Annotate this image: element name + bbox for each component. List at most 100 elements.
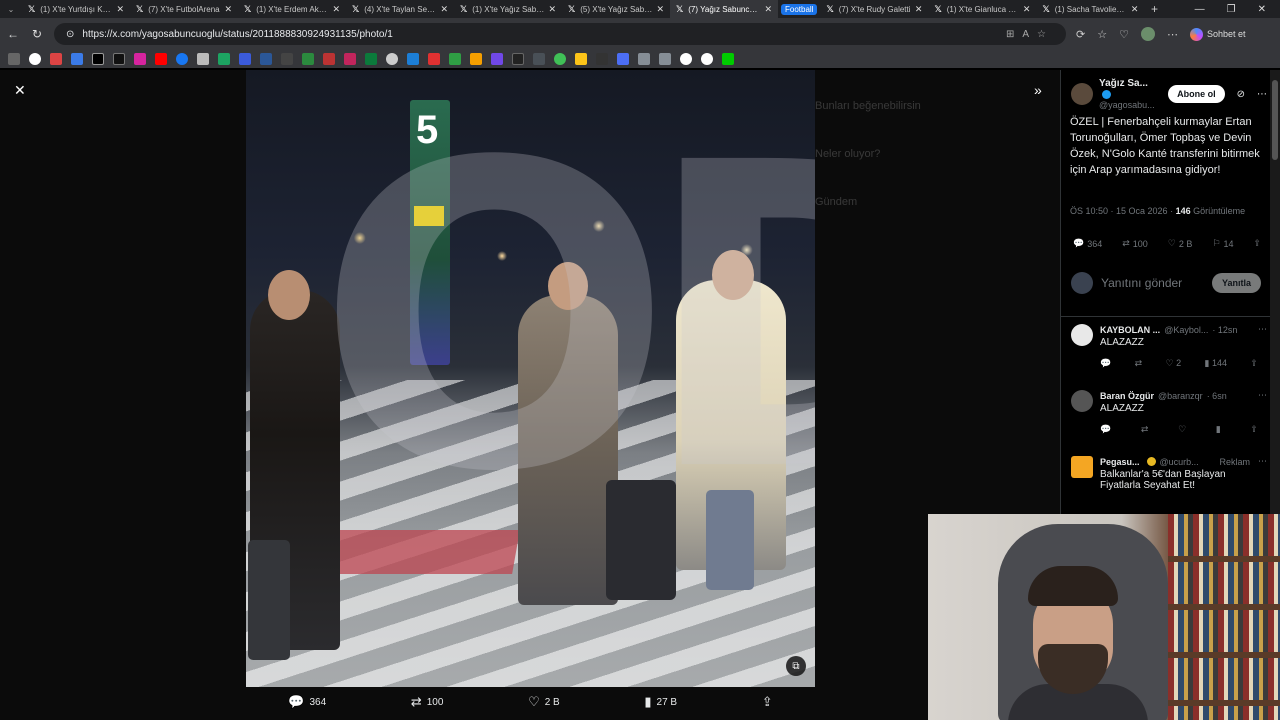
extensions-icon[interactable]: ⟳ — [1076, 28, 1085, 41]
bookmark-icon[interactable] — [302, 53, 314, 65]
views-action[interactable]: ▮ 144 — [1205, 358, 1227, 369]
link-icon[interactable] — [659, 53, 671, 65]
browser-tab[interactable]: 𝕏 (4) X'te Taylan Sedef ✕ — [346, 0, 454, 18]
bookmark-icon[interactable] — [575, 53, 587, 65]
share-metric[interactable]: ⇪ — [1253, 238, 1261, 249]
back-icon[interactable]: ← — [6, 27, 20, 41]
menu-icon[interactable]: ⋯ — [1167, 28, 1178, 41]
reply-icon[interactable]: 💬 — [1100, 358, 1111, 369]
copilot-button[interactable]: Sohbet et — [1189, 27, 1246, 41]
collections-icon[interactable]: ♡ — [1119, 28, 1129, 41]
repost-icon[interactable]: ⇄ — [1141, 424, 1149, 435]
more-options-icon[interactable]: ⋯ — [1257, 89, 1267, 100]
follow-button[interactable]: Abone ol — [1168, 85, 1225, 103]
views-chart-icon[interactable]: ▮ — [1216, 424, 1221, 435]
close-tab-icon[interactable]: ✕ — [548, 4, 556, 15]
bookmark-icon[interactable] — [470, 53, 482, 65]
bookmark-icon[interactable] — [512, 53, 524, 65]
google-icon[interactable] — [701, 53, 713, 65]
repost-action[interactable]: ⇄ 100 — [411, 694, 444, 710]
author-avatar[interactable] — [1071, 83, 1093, 105]
author-names[interactable]: Yağız Sa... @yagosabu... — [1099, 78, 1156, 110]
browser-tab[interactable]: 𝕏 (7) X'te Rudy Galetti ✕ — [820, 0, 928, 18]
reply-action[interactable]: 💬 364 — [288, 694, 326, 710]
bookmark-icon[interactable] — [344, 53, 356, 65]
like-metric[interactable]: ♡ 2 B — [1168, 238, 1193, 249]
heart-icon[interactable]: ♡ — [1178, 424, 1186, 435]
like-action[interactable]: ♡ 2 B — [528, 694, 560, 710]
repost-icon[interactable]: ⇄ — [1135, 358, 1143, 369]
tab-group-label[interactable]: Football — [781, 3, 818, 15]
close-tab-icon[interactable]: ✕ — [1131, 4, 1139, 15]
views-action[interactable]: ▮ 27 B — [644, 694, 677, 710]
maximize-icon[interactable]: ❐ — [1227, 4, 1236, 15]
bookmark-icon[interactable] — [491, 53, 503, 65]
new-tab-icon[interactable]: + — [1144, 2, 1164, 16]
browser-tab[interactable]: 𝕏 (1) Sacha Tavolieri (@ ✕ — [1036, 0, 1144, 18]
share-icon[interactable]: ⇪ — [1250, 424, 1258, 435]
reply-item[interactable]: Baran Özgür @baranzqr · 6sn ⋯ ALAZAZZ 💬 … — [1071, 390, 1267, 435]
collapse-panel-icon[interactable]: » — [1034, 82, 1042, 98]
x-bookmark-icon[interactable] — [113, 53, 125, 65]
browser-tab-active[interactable]: 𝕏 (7) Yağız Sabuncuoğlu ✕ — [670, 0, 778, 18]
reply-avatar[interactable] — [1071, 324, 1093, 346]
close-tab-icon[interactable]: ✕ — [656, 4, 664, 15]
window-close-icon[interactable]: ✕ — [1258, 4, 1266, 15]
favorites-icon[interactable]: ☆ — [1097, 28, 1107, 41]
facebook-icon[interactable] — [176, 53, 188, 65]
reply-input[interactable]: Yanıtını gönder — [1101, 276, 1204, 290]
browser-tab[interactable]: 𝕏 (1) X'te Erdem Akbaş ✕ — [238, 0, 346, 18]
x-bookmark-icon[interactable] — [92, 53, 104, 65]
folder-icon[interactable] — [638, 53, 650, 65]
close-icon[interactable]: ✕ — [14, 82, 26, 99]
site-info-icon[interactable]: ⊙ — [66, 29, 74, 40]
url-field[interactable]: ⊙ https://x.com/yagosabuncuoglu/status/2… — [54, 23, 1066, 45]
close-tab-icon[interactable]: ✕ — [116, 4, 124, 15]
close-tab-icon[interactable]: ✕ — [764, 4, 772, 15]
reply-item[interactable]: KAYBOLAN ... @Kaybol... · 12sn ⋯ ALAZAZZ… — [1071, 324, 1267, 369]
more-options-icon[interactable]: ⋯ — [1258, 324, 1267, 335]
share-action[interactable]: ⇪ — [762, 694, 773, 710]
reload-icon[interactable]: ↻ — [30, 27, 44, 41]
bookmark-icon[interactable] — [239, 53, 251, 65]
close-tab-icon[interactable]: ✕ — [440, 4, 448, 15]
reply-metric[interactable]: 💬 364 — [1073, 238, 1102, 249]
minimize-icon[interactable]: — — [1195, 4, 1205, 15]
google-icon[interactable] — [29, 53, 41, 65]
bookmark-icon[interactable] — [386, 53, 398, 65]
ad-item[interactable]: Pegasu... @ucurb... Reklam ⋯ Balkanlar'a… — [1071, 456, 1267, 491]
browser-tab[interactable]: 𝕏 (7) X'te FutbolArena ✕ — [130, 0, 238, 18]
bookmark-icon[interactable] — [596, 53, 608, 65]
bookmark-icon[interactable] — [722, 53, 734, 65]
bookmark-icon[interactable] — [365, 53, 377, 65]
address-actions-icon[interactable]: ⊞A☆ — [1006, 29, 1054, 40]
reply-author-name[interactable]: KAYBOLAN ... — [1100, 325, 1160, 335]
reply-icon[interactable]: 💬 — [1100, 424, 1111, 435]
bookmark-icon[interactable] — [407, 53, 419, 65]
bookmark-icon[interactable] — [71, 53, 83, 65]
image-options-icon[interactable]: ⧉ — [786, 656, 806, 676]
tweet-photo[interactable]: 5 OD ⧉ — [246, 70, 815, 687]
scrollbar-thumb[interactable] — [1272, 80, 1278, 160]
share-icon[interactable]: ⇪ — [1250, 358, 1258, 369]
repost-metric[interactable]: ⇄ 100 — [1122, 238, 1148, 249]
gmail-icon[interactable] — [50, 53, 62, 65]
more-options-icon[interactable]: ⋯ — [1258, 390, 1267, 401]
close-tab-icon[interactable]: ✕ — [224, 4, 232, 15]
google-icon[interactable] — [680, 53, 692, 65]
bookmark-icon[interactable] — [428, 53, 440, 65]
bookmark-icon[interactable] — [449, 53, 461, 65]
ad-author-name[interactable]: Pegasu... — [1100, 457, 1140, 467]
bookmark-icon[interactable] — [554, 53, 566, 65]
browser-tab[interactable]: 𝕏 (1) X'te Yurtdışı Kaynak ✕ — [22, 0, 130, 18]
browser-tab[interactable]: 𝕏 (5) X'te Yağız Sabuncu✕ — [562, 0, 670, 18]
bookmark-icon[interactable] — [260, 53, 272, 65]
reply-author-name[interactable]: Baran Özgür — [1100, 391, 1154, 401]
bookmark-icon[interactable] — [323, 53, 335, 65]
tab-list-icon[interactable]: ⌄ — [0, 5, 22, 14]
youtube-icon[interactable] — [155, 53, 167, 65]
close-tab-icon[interactable]: ✕ — [1023, 4, 1031, 15]
ad-avatar[interactable] — [1071, 456, 1093, 478]
close-tab-icon[interactable]: ✕ — [915, 4, 923, 15]
reply-submit-button[interactable]: Yanıtla — [1211, 273, 1261, 293]
